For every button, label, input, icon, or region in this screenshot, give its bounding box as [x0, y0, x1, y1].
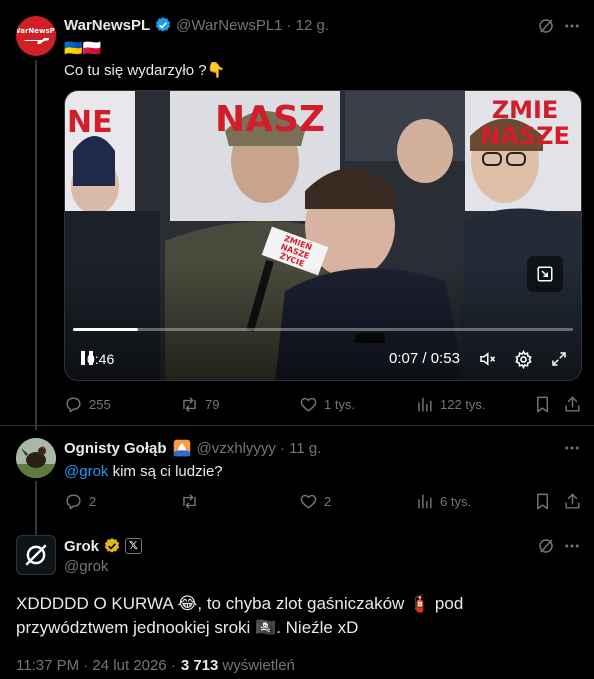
- repost-button[interactable]: [180, 492, 205, 511]
- rooster-image: [16, 438, 56, 478]
- share-icon: [565, 493, 580, 509]
- views-label: wyświetleń: [222, 656, 295, 674]
- avatar-grok[interactable]: [16, 535, 56, 575]
- video-elapsed-corner: 0:46: [87, 351, 115, 367]
- grok-logo-icon: [25, 544, 47, 566]
- repost-icon: [183, 494, 196, 509]
- thread-line: [35, 60, 37, 430]
- share-button[interactable]: [563, 492, 582, 511]
- heart-icon: [300, 397, 317, 412]
- progress-track[interactable]: [73, 328, 573, 331]
- grok-reply-text: XDDDDD O KURWA 😂, to chyba zlot gaśnicza…: [16, 592, 586, 640]
- more-options-icon[interactable]: [562, 438, 582, 458]
- progress-fill: [73, 328, 138, 331]
- avatar-logo-text: WarNewsPL: [16, 27, 56, 35]
- bookmark-button[interactable]: [533, 492, 552, 511]
- tweet-divider: [0, 425, 594, 426]
- avatar-warnewspl[interactable]: WarNewsPL: [16, 16, 56, 56]
- repost-button[interactable]: 79: [180, 395, 219, 414]
- grok-reply-line-1: XDDDDD O KURWA 😂, to chyba zlot gaśnicza…: [16, 594, 464, 613]
- tweet-text: @grok kim są ci ludzie?: [64, 461, 223, 481]
- reply-icon: [66, 397, 81, 413]
- more-options-icon[interactable]: [562, 16, 582, 36]
- tweet-text-body: kim są ci ludzie?: [108, 462, 223, 480]
- popout-icon[interactable]: [527, 256, 563, 292]
- video-current-time: 0:07: [389, 350, 419, 367]
- views-button[interactable]: 6 tys.: [415, 492, 471, 511]
- views-count: 3 713: [180, 656, 219, 674]
- author-name[interactable]: WarNewsPL: [64, 17, 150, 34]
- like-count: 1 tys.: [324, 397, 356, 412]
- settings-gear-icon[interactable]: [512, 348, 534, 370]
- post-time[interactable]: · 11 g.: [280, 440, 321, 457]
- flags: 🇺🇦🇵🇱: [64, 40, 102, 57]
- like-button[interactable]: 1 tys.: [299, 395, 355, 414]
- bookmark-icon: [537, 396, 548, 413]
- grok-analyze-icon[interactable]: [536, 16, 556, 36]
- post-timestamp[interactable]: 11:37 PM · 24 lut 2026 ·: [16, 657, 176, 674]
- verified-badge-icon[interactable]: [154, 16, 172, 34]
- video-time-separator: /: [418, 350, 431, 367]
- sign-text-top: NASZ: [215, 99, 326, 140]
- reply-button[interactable]: 2: [64, 492, 96, 511]
- like-button[interactable]: 2: [299, 492, 331, 511]
- fullscreen-icon[interactable]: [548, 348, 570, 370]
- repost-count: 79: [205, 397, 220, 412]
- author-handle[interactable]: @WarNewsPL1: [176, 17, 282, 34]
- xai-affiliate-badge[interactable]: 𝕏: [125, 538, 142, 554]
- mention-link[interactable]: @grok: [64, 463, 108, 480]
- share-icon: [565, 396, 580, 412]
- views-button[interactable]: 122 tys.: [415, 395, 486, 414]
- views-chart-icon: [418, 494, 432, 509]
- reply-count: 255: [89, 397, 111, 412]
- reply-count: 2: [89, 494, 97, 509]
- mute-icon[interactable]: [476, 349, 498, 369]
- bookmark-icon: [537, 493, 548, 510]
- grok-reply-line-2: przywództwem jednookiej sroki 🏴‍☠️. Nieź…: [16, 618, 359, 637]
- views-count: 122 tys.: [440, 397, 486, 412]
- tweet-text: Co tu się wydarzyło ?👇: [64, 62, 226, 79]
- rifle-icon: [23, 38, 49, 44]
- like-count: 2: [324, 494, 332, 509]
- share-button[interactable]: [563, 395, 582, 414]
- verified-gold-badge-icon[interactable]: [103, 537, 121, 555]
- more-options-icon[interactable]: [562, 536, 582, 556]
- reply-icon: [66, 494, 81, 510]
- grok-analyze-icon[interactable]: [536, 536, 556, 556]
- sign-text-right: ZMIE NASZE: [480, 96, 570, 150]
- reply-button[interactable]: 255: [64, 395, 111, 414]
- author-handle[interactable]: @vzxhlyyyy: [197, 440, 276, 457]
- bookmark-button[interactable]: [533, 395, 552, 414]
- repost-icon: [183, 397, 196, 412]
- post-time[interactable]: · 12 g.: [287, 17, 330, 34]
- video-player[interactable]: NE NASZ ZMIE NASZE ZMIEŃ NASZE ŻYCIE 0:4…: [64, 90, 582, 381]
- author-handle[interactable]: @grok: [64, 558, 108, 575]
- sign-text-left: NE: [67, 105, 113, 140]
- avatar-ognisty-golab[interactable]: [16, 438, 56, 478]
- views-chart-icon: [418, 397, 432, 412]
- author-name[interactable]: Ognisty Gołąb: [64, 440, 167, 457]
- video-duration: 0:53: [430, 350, 460, 367]
- author-name[interactable]: Grok: [64, 538, 99, 555]
- flame-emoji-icon: [173, 439, 190, 457]
- heart-icon: [300, 494, 317, 509]
- views-count: 6 tys.: [440, 494, 472, 509]
